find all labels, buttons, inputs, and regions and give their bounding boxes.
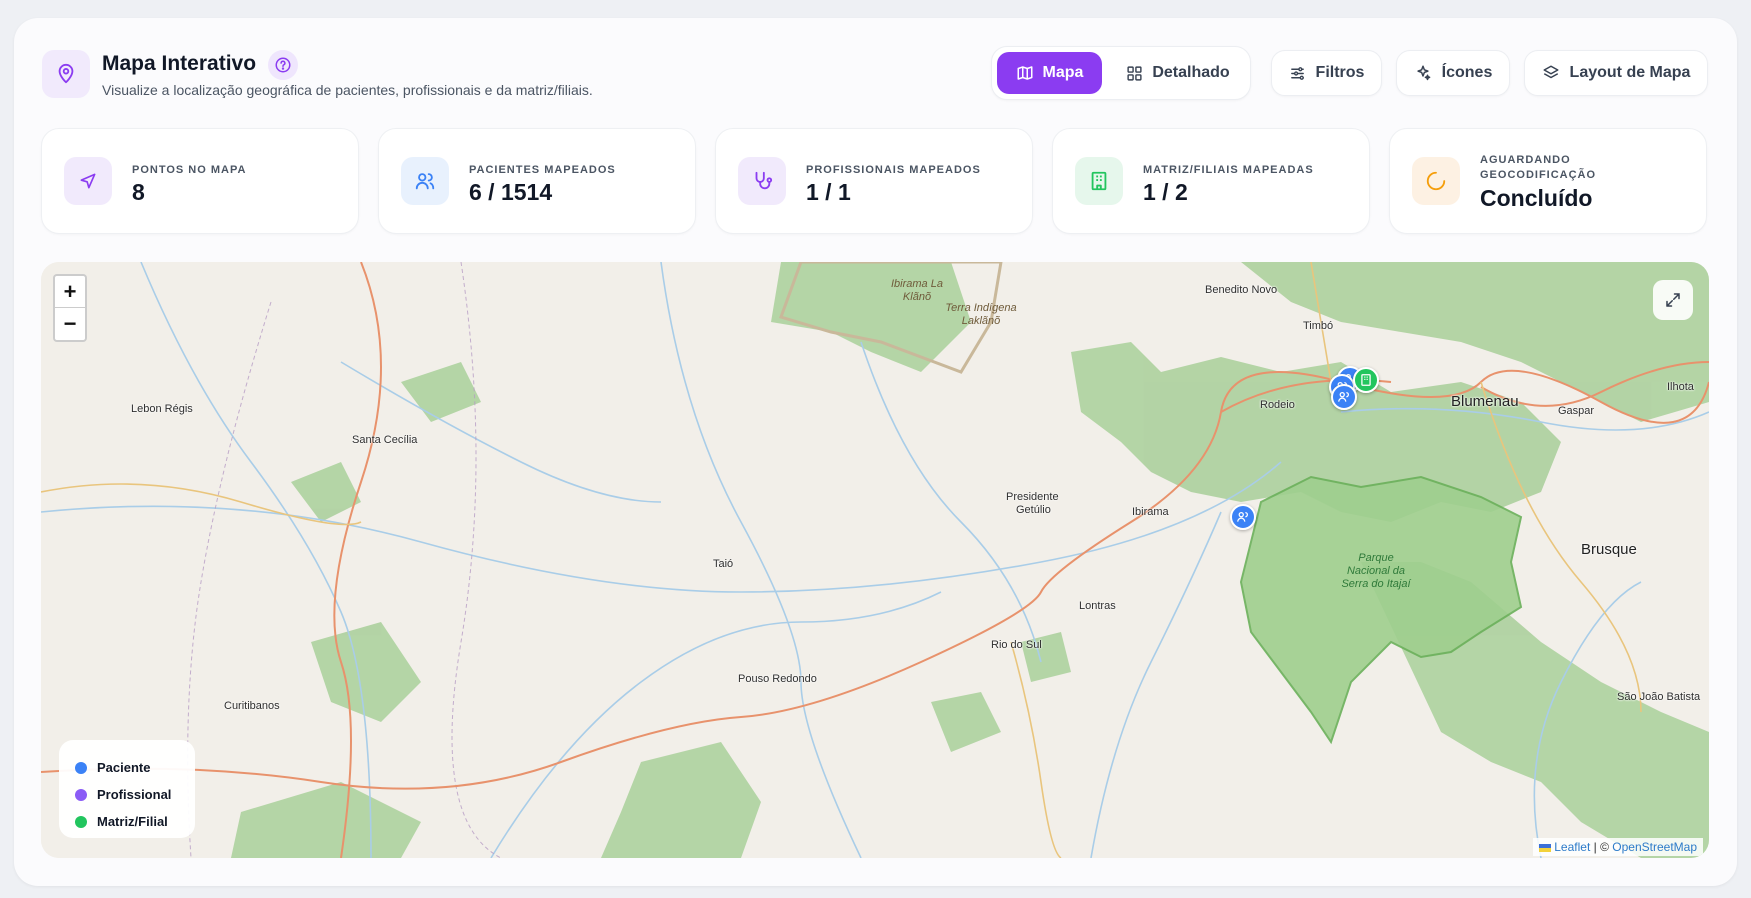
expand-icon: [1666, 293, 1680, 307]
legend-dot: [75, 788, 87, 801]
stat-card-professionals: Profissionais mapeados 1 / 1: [715, 128, 1033, 234]
place-label: Ilhota: [1667, 381, 1694, 393]
page-title: Mapa Interativo: [102, 52, 257, 75]
legend-label: Paciente: [97, 760, 151, 775]
stat-label: Pontos no mapa: [132, 164, 247, 176]
sparkles-icon: [1417, 65, 1431, 81]
map-tiles: [41, 262, 1709, 858]
layers-icon: [1543, 65, 1559, 79]
map-pin-icon: [42, 50, 90, 98]
place-label: Rodeio: [1260, 399, 1295, 411]
place-label: Terra Indígena Laklãnõ: [945, 302, 1017, 327]
map-legend: Paciente Profissional Matriz/Filial: [59, 740, 195, 838]
stat-label: Matriz/Filiais mapeadas: [1143, 164, 1314, 176]
zoom-out-button[interactable]: −: [55, 308, 85, 340]
stat-card-geocoding: Aguardando geocodificação Concluído: [1389, 128, 1707, 234]
users-icon: [401, 157, 449, 205]
map-canvas[interactable]: Benedito Novo Timbó Rodeio Blumenau Gasp…: [41, 262, 1709, 858]
stat-label: Profissionais mapeados: [806, 164, 981, 176]
ukraine-flag-icon: [1538, 843, 1551, 852]
patient-marker[interactable]: [1331, 384, 1357, 410]
stat-label: Aguardando geocodificação: [1480, 154, 1597, 181]
stat-card-branches: Matriz/Filiais mapeadas 1 / 2: [1052, 128, 1370, 234]
stat-value: 8: [132, 179, 145, 205]
place-label: Pouso Redondo: [738, 673, 817, 685]
stat-card-patients: Pacientes mapeados 6 / 1514: [378, 128, 696, 234]
grid-icon: [1127, 65, 1142, 81]
leaflet-link[interactable]: Leaflet: [1554, 840, 1590, 854]
place-label: Rio do Sul: [991, 639, 1042, 651]
place-label: Presidente: [1006, 491, 1059, 503]
stat-value: 6 / 1514: [469, 179, 553, 205]
legend-item: Matriz/Filial: [75, 808, 179, 835]
place-label: Getúlio: [1016, 504, 1051, 516]
place-label: Santa Cecília: [352, 434, 418, 446]
help-circle-icon[interactable]: [268, 50, 298, 80]
place-label: Ibirama: [1132, 506, 1169, 518]
navigation-icon: [64, 157, 112, 205]
legend-dot: [75, 815, 87, 828]
place-label: Ibirama La Klãnõ: [891, 278, 943, 303]
tab-detalhado-label: Detalhado: [1152, 64, 1230, 81]
map-layout-button[interactable]: Layout de Mapa: [1524, 50, 1708, 96]
stat-value: Concluído: [1480, 185, 1593, 211]
map-icon: [1017, 66, 1033, 80]
zoom-in-button[interactable]: +: [55, 276, 85, 308]
page-subtitle: Visualize a localização geográfica de pa…: [102, 82, 593, 98]
tab-mapa-label: Mapa: [1042, 64, 1084, 81]
view-toggle: Mapa Detalhado: [991, 46, 1251, 100]
place-label: Lebon Régis: [131, 403, 193, 415]
patient-marker[interactable]: [1230, 504, 1256, 530]
building-icon: [1075, 157, 1123, 205]
place-label: Timbó: [1303, 320, 1334, 332]
loader-icon: [1412, 157, 1460, 205]
legend-label: Matriz/Filial: [97, 814, 168, 829]
place-label: Lontras: [1079, 600, 1116, 612]
stat-value: 1 / 2: [1143, 179, 1188, 205]
place-label: Brusque: [1581, 541, 1637, 558]
map-layout-label: Layout de Mapa: [1569, 64, 1691, 81]
tab-mapa[interactable]: Mapa: [997, 52, 1102, 94]
branch-marker[interactable]: [1353, 367, 1379, 393]
filters-label: Filtros: [1315, 64, 1365, 81]
attribution-copyright: ©: [1600, 840, 1609, 854]
place-label: Taió: [713, 558, 734, 570]
legend-dot: [75, 761, 87, 774]
place-label: Parque Nacional da Serra do Itajaí: [1341, 552, 1411, 590]
legend-item: Paciente: [75, 754, 179, 781]
place-label: São João Batista: [1617, 691, 1701, 703]
legend-label: Profissional: [97, 787, 172, 802]
tab-detalhado[interactable]: Detalhado: [1110, 52, 1246, 94]
icons-button[interactable]: Ícones: [1396, 50, 1510, 96]
stat-label: Pacientes mapeados: [469, 164, 616, 176]
place-label: Blumenau: [1451, 393, 1519, 410]
fullscreen-button[interactable]: [1653, 280, 1693, 320]
stat-value: 1 / 1: [806, 179, 851, 205]
place-label: Benedito Novo: [1205, 284, 1278, 296]
place-label: Curitibanos: [224, 700, 280, 712]
sliders-icon: [1290, 66, 1304, 80]
map-card: Mapa Interativo Visualize a localização …: [14, 18, 1737, 886]
legend-item: Profissional: [75, 781, 179, 808]
stethoscope-icon: [738, 157, 786, 205]
stat-card-points: Pontos no mapa 8: [41, 128, 359, 234]
attribution-separator: |: [1593, 840, 1597, 854]
place-label: Gaspar: [1558, 405, 1595, 417]
filters-button[interactable]: Filtros: [1271, 50, 1382, 96]
osm-link[interactable]: OpenStreetMap: [1612, 840, 1697, 854]
map-attribution: Leaflet | © OpenStreetMap: [1532, 838, 1703, 856]
zoom-control: + −: [53, 274, 87, 342]
icons-label: Ícones: [1441, 64, 1493, 81]
